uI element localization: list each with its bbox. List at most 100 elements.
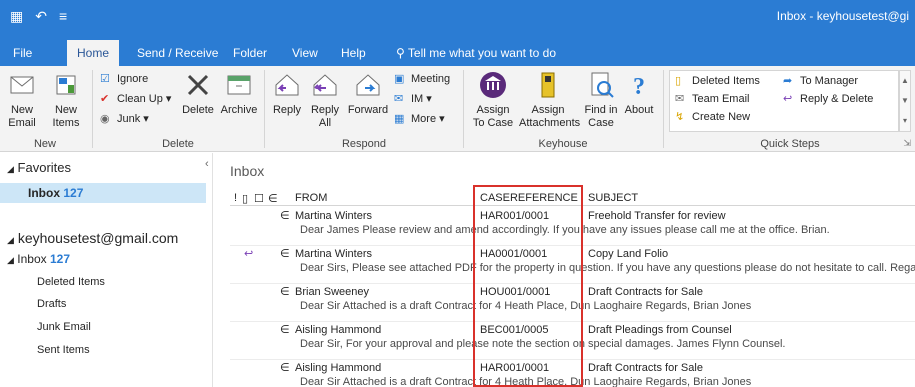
new-email-label: New Email	[8, 104, 36, 129]
tab-file[interactable]: File	[13, 40, 32, 66]
inbox-folder[interactable]: ◢ Inbox 127	[7, 252, 70, 266]
junk-button[interactable]: ◉ Junk ▾	[100, 112, 149, 126]
tab-send-receive[interactable]: Send / Receive	[137, 40, 218, 66]
deleted-items-label: Deleted Items	[692, 75, 760, 87]
forward-button[interactable]: Forward	[346, 70, 390, 117]
folder-drafts[interactable]: Drafts	[37, 298, 66, 310]
folder-deleted-items[interactable]: Deleted Items	[37, 276, 105, 288]
tab-folder[interactable]: Folder	[233, 40, 267, 66]
im-button[interactable]: ✉ IM ▾	[394, 92, 432, 106]
new-email-button[interactable]: New Email	[4, 70, 40, 130]
inbox-label: Inbox	[17, 252, 47, 266]
message-preview: Dear James Please review and amend accor…	[300, 224, 830, 236]
group-quick-steps: ▯ Deleted Items ✉ Team Email ↯ Create Ne…	[665, 66, 915, 152]
meeting-button[interactable]: ▣ Meeting	[394, 72, 450, 86]
about-button[interactable]: ? About	[621, 70, 657, 117]
window-title: Inbox - keyhousetest@gi	[776, 9, 909, 23]
column-casereference[interactable]: CASEREFERENCE	[480, 192, 578, 204]
ribbon-separator	[264, 70, 265, 148]
column-subject[interactable]: SUBJECT	[588, 192, 638, 204]
item-type-column-icon[interactable]: ▯	[242, 192, 248, 205]
message-row[interactable]: ∈ Aisling Hammond HAR001/0001 Draft Cont…	[230, 360, 915, 387]
tab-help[interactable]: Help	[341, 40, 366, 66]
reply-all-label: Reply All	[310, 104, 340, 129]
junk-icon: ◉	[100, 113, 110, 125]
group-label-quick-steps: Quick Steps	[760, 138, 820, 150]
reminder-column-icon[interactable]: ☐	[254, 192, 264, 205]
group-delete: ☑ Ignore ✔ Clean Up ▾ ◉ Junk ▾ Delete Ar…	[94, 66, 262, 152]
quick-steps-scroll[interactable]: ▲ ▼ ▾	[899, 70, 911, 132]
group-label-keyhouse: Keyhouse	[538, 138, 588, 150]
folder-sent-items[interactable]: Sent Items	[37, 344, 90, 356]
collapse-icon: ◢	[7, 235, 14, 245]
ribbon-tabs: File Home Send / Receive Folder View Hel…	[0, 40, 915, 66]
group-label-new: New	[33, 138, 56, 150]
collapse-icon: ◢	[7, 164, 14, 174]
assign-to-case-button[interactable]: Assign To Case	[469, 70, 517, 130]
chevron-down-icon: ▾	[426, 93, 432, 105]
importance-column-icon[interactable]: !	[234, 192, 237, 204]
bank-icon	[480, 72, 506, 98]
reply-button[interactable]: Reply	[270, 70, 304, 117]
paperclip-icon: ∈	[280, 362, 290, 374]
assign-attachments-button[interactable]: Assign Attachments	[519, 70, 581, 130]
ignore-button[interactable]: ☑ Ignore	[100, 72, 148, 86]
team-email-icon: ✉	[675, 93, 685, 105]
quick-step-to-manager[interactable]: ➦ To Manager	[783, 74, 858, 88]
collapse-pane-icon[interactable]: ‹	[205, 158, 209, 170]
tab-view[interactable]: View	[292, 40, 318, 66]
message-caseref: HOU001/0001	[480, 286, 551, 298]
message-row[interactable]: ∈ Martina Winters HAR001/0001 Freehold T…	[230, 208, 915, 246]
list-title: Inbox	[230, 163, 265, 179]
delete-button[interactable]: Delete	[180, 70, 216, 117]
lightning-icon: ↯	[675, 111, 685, 123]
app-icon[interactable]: ▦	[10, 9, 23, 23]
column-from[interactable]: FROM	[295, 192, 327, 204]
more-button[interactable]: ▦ More ▾	[394, 112, 445, 126]
message-preview: Dear Sirs, Please see attached PDF for t…	[300, 262, 915, 274]
customize-toolbar-icon[interactable]: ≡	[59, 9, 67, 23]
favorites-header[interactable]: ◢ Favorites	[7, 160, 71, 175]
group-label-delete: Delete	[162, 138, 194, 150]
attachment-column-icon[interactable]: ∈	[268, 192, 278, 205]
message-row[interactable]: ∈ Brian Sweeney HOU001/0001 Draft Contra…	[230, 284, 915, 322]
tab-home[interactable]: Home	[67, 40, 120, 66]
ignore-icon: ☑	[100, 73, 110, 85]
quick-step-reply-delete[interactable]: ↩ Reply & Delete	[783, 92, 873, 106]
message-caseref: HAR001/0001	[480, 210, 550, 222]
new-items-button[interactable]: New Items	[46, 70, 86, 130]
undo-icon[interactable]: ↶	[35, 9, 47, 23]
column-header: ! ▯ ☐ ∈ FROM CASEREFERENCE SUBJECT	[230, 190, 915, 206]
quick-access-toolbar: ▦ ↶ ≡	[10, 9, 67, 23]
forward-icon	[356, 74, 380, 96]
message-caseref: HA0001/0001	[480, 248, 548, 260]
paperclip-icon: ∈	[280, 248, 290, 260]
tell-me-box[interactable]: ⚲ Tell me what you want to do	[396, 40, 556, 66]
to-manager-label: To Manager	[800, 75, 859, 87]
assign-to-case-label: Assign To Case	[472, 104, 514, 129]
dialog-launcher-icon[interactable]: ⇲	[903, 138, 911, 149]
reply-all-button[interactable]: Reply All	[308, 70, 342, 130]
message-subject: Draft Contracts for Sale	[588, 362, 703, 374]
quick-step-deleted-items[interactable]: ▯ Deleted Items	[675, 74, 760, 88]
new-items-label: New Items	[52, 104, 80, 129]
folder-junk-email[interactable]: Junk Email	[37, 321, 91, 333]
cleanup-label: Clean Up	[117, 93, 163, 105]
quick-step-team-email[interactable]: ✉ Team Email	[675, 92, 749, 106]
favorites-inbox[interactable]: Inbox 127	[0, 183, 206, 203]
message-preview: Dear Sir Attached is a draft Contract fo…	[300, 376, 752, 387]
quick-step-create-new[interactable]: ↯ Create New	[675, 110, 750, 124]
reply-all-icon	[313, 74, 337, 96]
assign-attachments-label: Assign Attachments	[519, 104, 581, 129]
folder-move-icon: ▯	[675, 75, 682, 87]
find-in-case-button[interactable]: Find in Case	[581, 70, 621, 130]
ribbon-separator	[463, 70, 464, 148]
cleanup-button[interactable]: ✔ Clean Up ▾	[100, 92, 171, 106]
inbox-count: 127	[49, 252, 70, 266]
archive-button[interactable]: Archive	[218, 70, 260, 117]
tell-me-label: Tell me what you want to do	[407, 46, 556, 60]
account-header[interactable]: ◢ keyhousetest@gmail.com	[7, 230, 178, 246]
title-bar: ▦ ↶ ≡ Inbox - keyhousetest@gi	[0, 0, 915, 40]
message-row[interactable]: ↩ ∈ Martina Winters HA0001/0001 Copy Lan…	[230, 246, 915, 284]
message-row[interactable]: ∈ Aisling Hammond BEC001/0005 Draft Plea…	[230, 322, 915, 360]
